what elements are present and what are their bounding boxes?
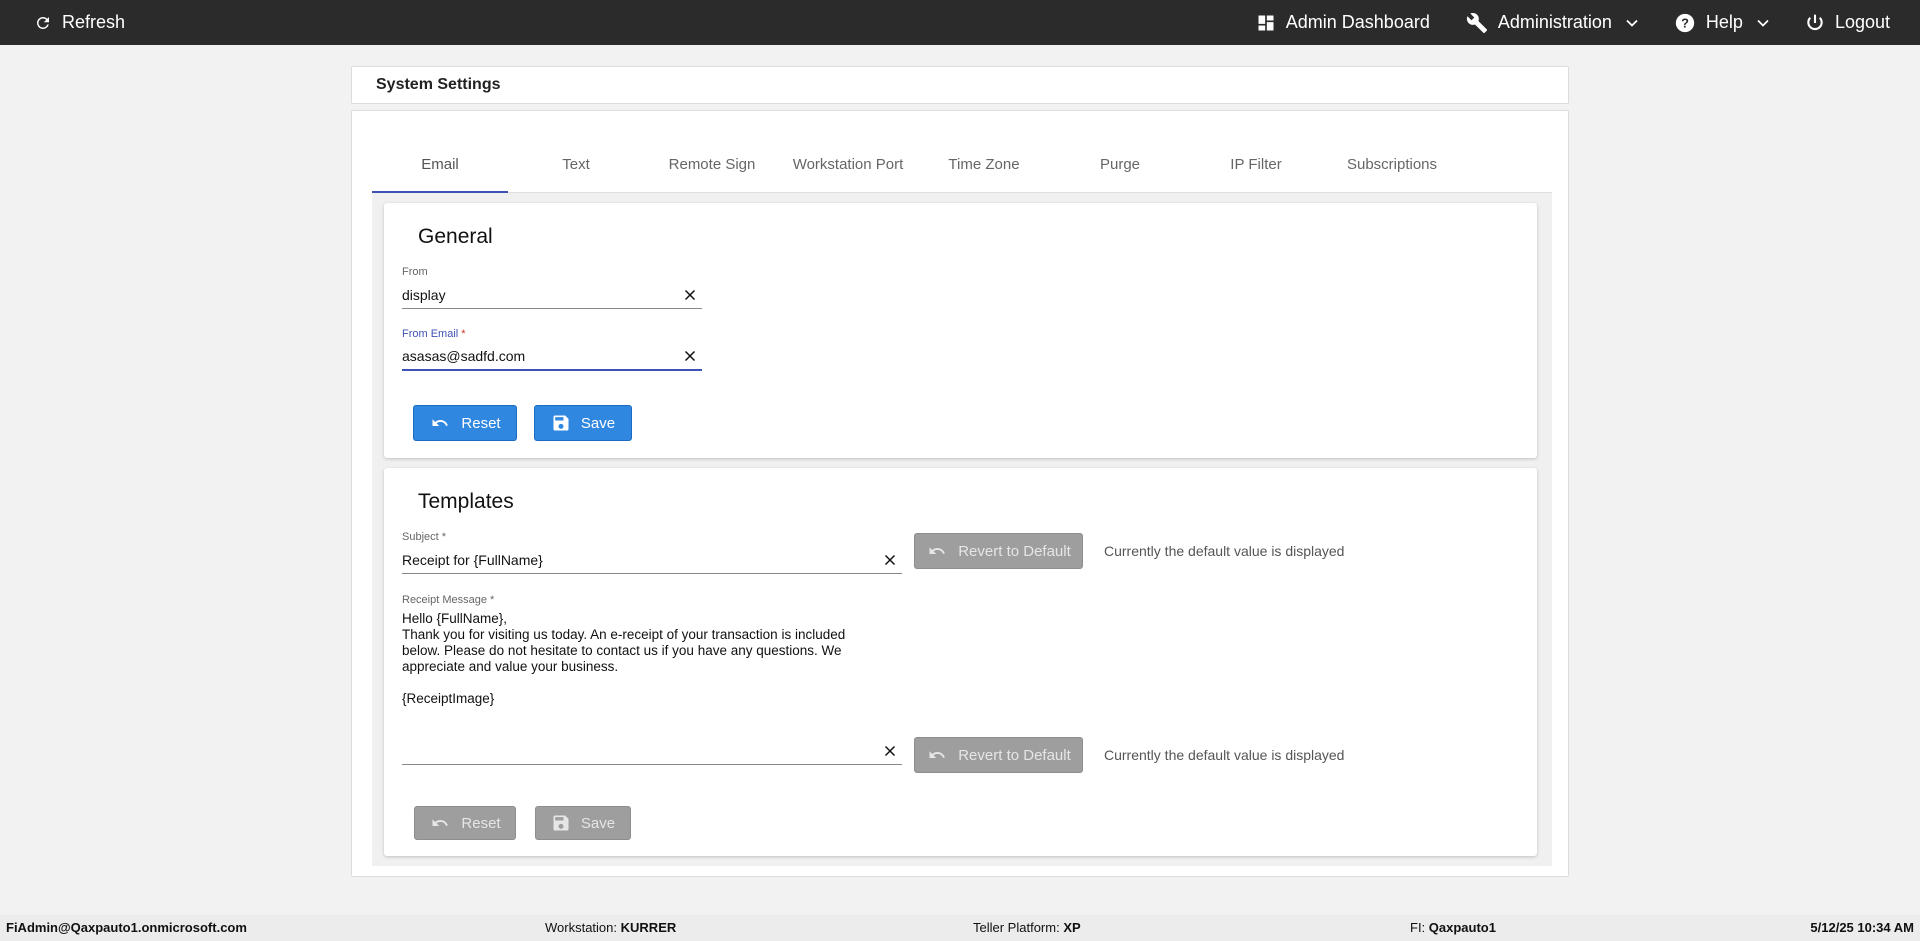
from-email-value: asasas@sadfd.com xyxy=(402,348,526,364)
undo-icon xyxy=(432,819,449,826)
subject-input[interactable]: Receipt for {FullName} xyxy=(402,546,902,574)
settings-tabs: Email Text Remote Sign Workstation Port … xyxy=(372,137,1552,193)
tab-text[interactable]: Text xyxy=(508,137,644,192)
footer-workstation: Workstation: KURRER xyxy=(545,920,676,935)
undo-icon xyxy=(929,547,946,554)
close-icon[interactable] xyxy=(884,745,896,757)
page-title-panel: System Settings xyxy=(351,66,1569,104)
footer-platform-label: Teller Platform: xyxy=(973,920,1060,935)
chevron-down-icon xyxy=(1757,19,1769,27)
subject-field: Subject * Receipt for {FullName} xyxy=(402,531,902,574)
footer-platform: Teller Platform: XP xyxy=(973,920,1081,935)
from-email-field: From Email * asasas@sadfd.com xyxy=(402,328,702,371)
administration-label: Administration xyxy=(1497,12,1612,32)
general-reset-label: Reset xyxy=(461,414,501,432)
subject-label: Subject * xyxy=(402,531,447,543)
subject-revert-button[interactable]: Revert to Default xyxy=(914,533,1083,569)
message-revert-button[interactable]: Revert to Default xyxy=(914,737,1083,773)
tab-workstation-port[interactable]: Workstation Port xyxy=(780,137,916,192)
templates-save-button[interactable]: Save xyxy=(535,806,631,840)
required-mark: * xyxy=(461,328,466,340)
save-icon xyxy=(553,415,569,431)
help-label: Help xyxy=(1705,12,1743,32)
tab-content: General From display From Email * asasas… xyxy=(372,193,1552,866)
footer-fi-value: Qaxpauto1 xyxy=(1428,920,1496,935)
close-icon[interactable] xyxy=(884,554,896,566)
general-section: General From display From Email * asasas… xyxy=(384,203,1537,458)
svg-text:?: ? xyxy=(1681,15,1689,30)
receipt-message-input-2[interactable] xyxy=(402,737,902,765)
footer-fi: FI: Qaxpauto1 xyxy=(1410,920,1496,935)
close-icon[interactable] xyxy=(684,350,696,362)
tab-ip-filter[interactable]: IP Filter xyxy=(1188,137,1324,192)
page-title: System Settings xyxy=(376,76,501,93)
help-menu[interactable]: ? Help xyxy=(1674,12,1769,34)
footer-fi-label: FI: xyxy=(1410,920,1426,935)
dashboard-icon xyxy=(1258,15,1274,30)
templates-reset-button[interactable]: Reset xyxy=(414,806,516,840)
general-save-label: Save xyxy=(580,414,616,432)
subject-revert-label: Revert to Default xyxy=(958,542,1071,560)
admin-dashboard-link[interactable]: Admin Dashboard xyxy=(1256,12,1430,33)
refresh-button[interactable]: Refresh xyxy=(34,12,125,33)
footer-user: FiAdmin@Qaxpauto1.onmicrosoft.com xyxy=(6,920,247,935)
from-input[interactable]: display xyxy=(402,281,702,309)
save-icon xyxy=(553,815,569,831)
receipt-message-label: Receipt Message * xyxy=(402,594,495,606)
message-revert-label: Revert to Default xyxy=(958,746,1071,764)
receipt-message-textarea[interactable]: Hello {FullName}, Thank you for visiting… xyxy=(402,611,902,707)
logout-label: Logout xyxy=(1834,12,1890,32)
subject-value: Receipt for {FullName} xyxy=(402,551,543,568)
templates-section: Templates Subject * Receipt for {FullNam… xyxy=(384,468,1537,856)
from-value: display xyxy=(402,286,446,303)
admin-dashboard-label: Admin Dashboard xyxy=(1285,12,1430,32)
general-title: General xyxy=(418,225,493,248)
message-default-hint: Currently the default value is displayed xyxy=(1104,747,1345,763)
refresh-label: Refresh xyxy=(62,12,126,32)
undo-icon xyxy=(929,751,946,758)
undo-icon xyxy=(432,419,449,426)
footer-platform-value: XP xyxy=(1063,920,1081,935)
templates-reset-label: Reset xyxy=(461,814,501,832)
status-footer: FiAdmin@Qaxpauto1.onmicrosoft.com Workst… xyxy=(0,915,1920,941)
help-icon: ? xyxy=(1675,13,1695,32)
from-label: From xyxy=(402,266,428,278)
templates-save-label: Save xyxy=(580,814,616,832)
administration-menu[interactable]: Administration xyxy=(1466,12,1638,34)
receipt-message-field-2 xyxy=(402,734,902,765)
from-email-label-text: From Email xyxy=(402,328,459,340)
general-reset-button[interactable]: Reset xyxy=(413,405,517,441)
wrench-icon xyxy=(1466,12,1487,33)
templates-title: Templates xyxy=(418,490,514,513)
tab-subscriptions[interactable]: Subscriptions xyxy=(1324,137,1460,192)
from-field: From display xyxy=(402,266,702,309)
refresh-icon xyxy=(36,16,49,29)
tab-remote-sign[interactable]: Remote Sign xyxy=(644,137,780,192)
from-email-input[interactable]: asasas@sadfd.com xyxy=(402,343,702,371)
footer-datetime-value: 5/12/25 10:34 AM xyxy=(1810,920,1914,935)
general-save-button[interactable]: Save xyxy=(534,405,632,441)
logout-button[interactable]: Logout xyxy=(1805,12,1890,33)
subject-default-hint: Currently the default value is displayed xyxy=(1104,543,1345,559)
from-email-label: From Email * xyxy=(402,328,702,340)
footer-workstation-value: KURRER xyxy=(620,920,677,935)
power-icon xyxy=(1807,14,1823,30)
footer-workstation-label: Workstation: xyxy=(545,920,618,935)
settings-card: Email Text Remote Sign Workstation Port … xyxy=(351,110,1569,877)
footer-datetime: 5/12/25 10:34 AM xyxy=(1810,920,1914,935)
chevron-down-icon xyxy=(1626,19,1638,27)
tab-email[interactable]: Email xyxy=(372,137,508,193)
top-navigation-bar: Refresh Admin Dashboard Administration ?… xyxy=(0,0,1920,45)
footer-user-value: FiAdmin@Qaxpauto1.onmicrosoft.com xyxy=(6,920,247,935)
tab-purge[interactable]: Purge xyxy=(1052,137,1188,192)
close-icon[interactable] xyxy=(684,289,696,301)
tab-time-zone[interactable]: Time Zone xyxy=(916,137,1052,192)
